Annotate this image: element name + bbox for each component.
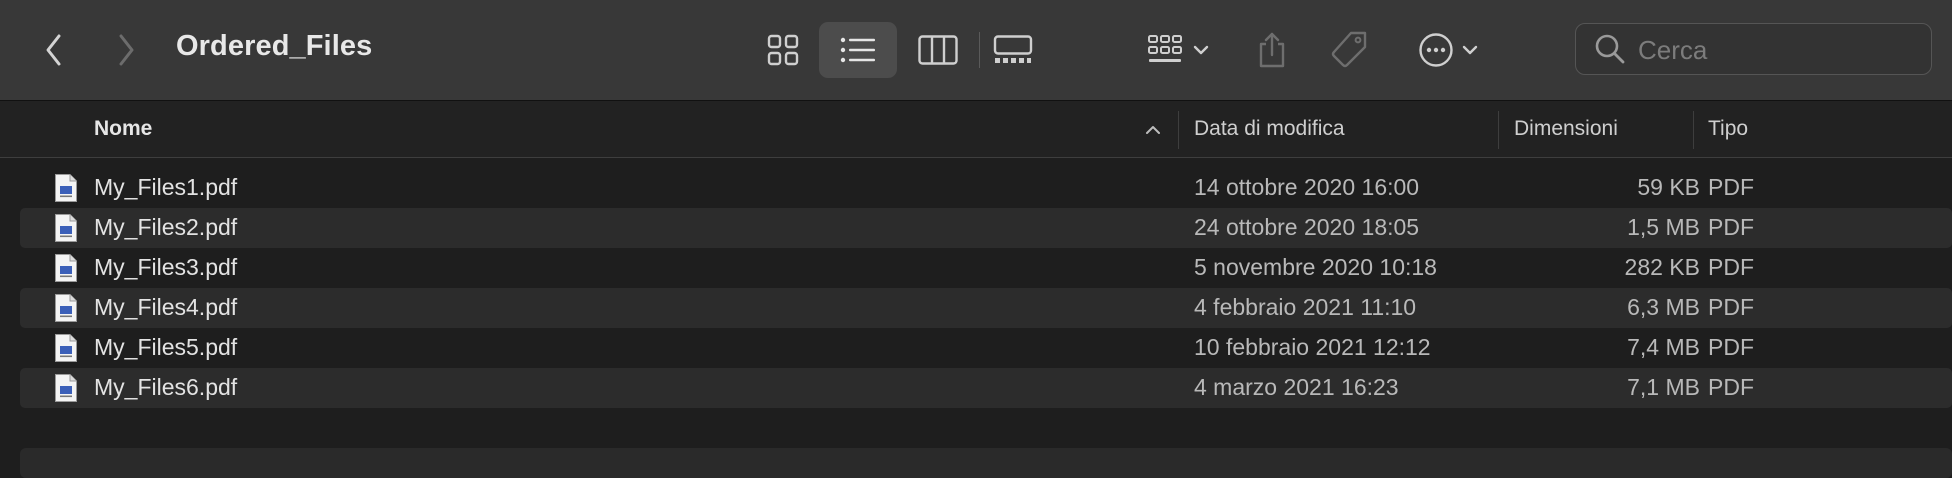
file-size: 1,5 MB bbox=[1627, 214, 1700, 240]
search-field[interactable] bbox=[1575, 23, 1932, 75]
file-name: My_Files2.pdf bbox=[94, 214, 238, 240]
file-size: 6,3 MB bbox=[1627, 294, 1700, 320]
back-icon bbox=[46, 34, 61, 66]
file-row[interactable]: My_Files3.pdf 5 novembre 2020 10:18 282 … bbox=[20, 248, 1952, 288]
gallery-view-button[interactable] bbox=[985, 24, 1041, 76]
pdf-file-icon bbox=[55, 294, 77, 322]
file-row[interactable]: My_Files5.pdf 10 febbraio 2021 12:12 7,4… bbox=[20, 328, 1952, 368]
pdf-file-icon bbox=[55, 374, 77, 402]
search-input[interactable] bbox=[1636, 32, 1920, 68]
gallery-view-icon bbox=[993, 35, 1033, 63]
file-date: 4 febbraio 2021 11:10 bbox=[1194, 294, 1417, 320]
file-kind: PDF bbox=[1708, 294, 1754, 320]
column-header-kind[interactable]: Tipo bbox=[1708, 117, 1748, 141]
file-date: 14 ottobre 2020 16:00 bbox=[1194, 174, 1420, 200]
column-view-button[interactable] bbox=[910, 24, 966, 76]
file-name: My_Files6.pdf bbox=[94, 374, 238, 400]
forward-icon bbox=[119, 34, 134, 66]
list-view-button[interactable] bbox=[819, 22, 897, 78]
file-row[interactable]: My_Files4.pdf 4 febbraio 2021 11:10 6,3 … bbox=[20, 288, 1952, 328]
tag-icon bbox=[1331, 31, 1367, 68]
column-header: Nome Data di modifica Dimensioni Tipo bbox=[0, 101, 1952, 158]
file-name: My_Files5.pdf bbox=[94, 334, 238, 360]
share-icon bbox=[1259, 32, 1285, 68]
group-button[interactable] bbox=[1140, 24, 1216, 76]
chevron-down-icon bbox=[1193, 45, 1209, 55]
file-date: 4 marzo 2021 16:23 bbox=[1194, 374, 1399, 400]
more-actions-icon bbox=[1419, 33, 1453, 67]
pdf-file-icon bbox=[55, 214, 77, 242]
forward-button[interactable] bbox=[108, 28, 144, 72]
file-size: 59 KB bbox=[1637, 174, 1700, 200]
pdf-file-icon bbox=[55, 334, 77, 362]
window-title: Ordered_Files bbox=[176, 30, 373, 62]
file-date: 10 febbraio 2021 12:12 bbox=[1194, 334, 1431, 360]
column-header-date[interactable]: Data di modifica bbox=[1194, 117, 1345, 141]
icon-view-icon bbox=[767, 34, 799, 66]
column-separator[interactable] bbox=[1498, 111, 1499, 149]
file-size: 282 KB bbox=[1624, 254, 1700, 280]
file-kind: PDF bbox=[1708, 214, 1754, 240]
file-row[interactable]: My_Files1.pdf 14 ottobre 2020 16:00 59 K… bbox=[20, 168, 1952, 208]
file-size: 7,4 MB bbox=[1627, 334, 1700, 360]
column-header-size[interactable]: Dimensioni bbox=[1514, 117, 1618, 141]
list-view-icon bbox=[840, 37, 875, 63]
empty-row-stripe bbox=[20, 448, 1952, 478]
search-icon bbox=[1595, 34, 1625, 64]
more-actions-button[interactable] bbox=[1410, 24, 1486, 76]
sort-ascending-icon[interactable] bbox=[1145, 125, 1161, 135]
chevron-down-icon bbox=[1462, 45, 1478, 55]
group-icon bbox=[1148, 35, 1182, 62]
file-name: My_Files4.pdf bbox=[94, 294, 238, 320]
file-row[interactable]: My_Files6.pdf 4 marzo 2021 16:23 7,1 MB … bbox=[20, 368, 1952, 408]
column-separator[interactable] bbox=[1693, 111, 1694, 149]
icon-view-button[interactable] bbox=[755, 24, 811, 76]
tag-button[interactable] bbox=[1325, 24, 1373, 76]
column-separator[interactable] bbox=[1178, 111, 1179, 149]
file-name: My_Files1.pdf bbox=[94, 174, 238, 200]
file-date: 5 novembre 2020 10:18 bbox=[1194, 254, 1437, 280]
file-kind: PDF bbox=[1708, 174, 1754, 200]
share-button[interactable] bbox=[1250, 24, 1294, 76]
file-name: My_Files3.pdf bbox=[94, 254, 238, 280]
pdf-file-icon bbox=[55, 174, 77, 202]
file-kind: PDF bbox=[1708, 334, 1754, 360]
pdf-file-icon bbox=[55, 254, 77, 282]
column-header-name[interactable]: Nome bbox=[94, 117, 152, 141]
view-divider bbox=[979, 32, 980, 68]
file-kind: PDF bbox=[1708, 254, 1754, 280]
file-date: 24 ottobre 2020 18:05 bbox=[1194, 214, 1420, 240]
file-row[interactable]: My_Files2.pdf 24 ottobre 2020 18:05 1,5 … bbox=[20, 208, 1952, 248]
file-kind: PDF bbox=[1708, 374, 1754, 400]
back-button[interactable] bbox=[36, 28, 72, 72]
toolbar: Ordered_Files bbox=[0, 0, 1952, 101]
file-size: 7,1 MB bbox=[1627, 374, 1700, 400]
column-view-icon bbox=[918, 35, 958, 65]
